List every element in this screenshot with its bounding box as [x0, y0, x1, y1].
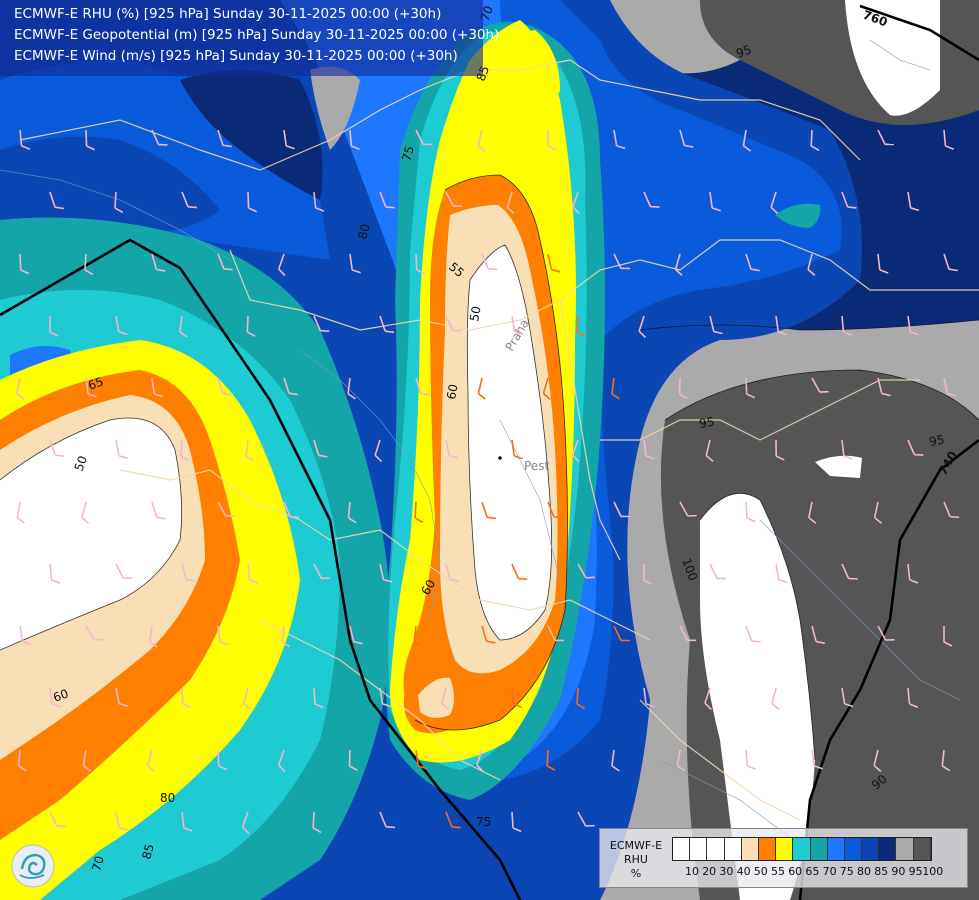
legend-tick-label: 40: [736, 865, 751, 878]
city-marker: [498, 456, 502, 460]
legend-swatch: [741, 838, 759, 860]
legend-swatch: [896, 838, 914, 860]
legend-swatch: [793, 838, 811, 860]
legend-swatch: [913, 838, 931, 860]
legend-tick-label: 10: [685, 865, 699, 878]
legend-swatch: [827, 838, 845, 860]
legend-swatch: [707, 838, 725, 860]
legend-tick-label: 20: [702, 865, 717, 878]
rhu-label: 50: [467, 305, 483, 322]
rhu-label: 95: [698, 415, 715, 431]
legend-title: ECMWF-E RHU %: [604, 839, 668, 881]
rhu-legend: ECMWF-E RHU % 10 20 30 40 50 55 60 65 70 75 80 85 90…: [599, 828, 968, 888]
rhu-label: 75: [476, 815, 491, 829]
legend-swatch: [690, 838, 708, 860]
legend-tick-label: 80: [857, 865, 871, 878]
rhu-label: 95: [928, 433, 945, 449]
legend-tick-label: 60: [788, 865, 803, 878]
legend-swatch: [758, 838, 777, 860]
legend-tick-label: 55: [771, 865, 785, 878]
weather-map: 760 740 70 85 95 75 80 55 50 60 65 60 50…: [0, 0, 979, 900]
legend-title-model: ECMWF-E: [609, 839, 663, 852]
legend-ticks: 10 20 30 40 50 55 60 65 70 75 80 85 90 95 100: [672, 865, 972, 879]
rhu-label: 80: [160, 791, 175, 805]
city-label-pest: Pest: [524, 459, 549, 473]
ecmwf-logo-icon: [11, 844, 55, 888]
legend-tick-label: 90: [891, 865, 906, 878]
legend-tick-label: 70: [822, 865, 837, 878]
header-title-rhu: ECMWF-E RHU (%) [925 hPa] Sunday 30-11-2…: [14, 6, 442, 22]
legend-tick-label: 30: [719, 865, 734, 878]
legend-title-variable: RHU: [624, 853, 648, 866]
legend-swatch: [724, 838, 742, 860]
legend-tick-label: 100: [922, 865, 944, 878]
legend-swatch: [776, 838, 794, 860]
legend-swatch: [673, 838, 691, 860]
legend-swatch: [844, 838, 863, 860]
legend-title-unit: %: [630, 867, 642, 880]
map-header: ECMWF-E RHU (%) [925 hPa] Sunday 30-11-2…: [0, 0, 500, 76]
rhu-label: 60: [444, 383, 460, 400]
legend-colorbar: [672, 837, 932, 861]
legend-swatch: [810, 838, 828, 860]
header-title-geopotential: ECMWF-E Geopotential (m) [925 hPa] Sunda…: [14, 27, 500, 43]
legend-tick-label: 75: [839, 865, 854, 878]
legend-tick-label: 95: [908, 865, 923, 878]
legend-tick-label: 50: [753, 865, 768, 878]
legend-swatch: [879, 838, 897, 860]
legend-tick-label: 85: [874, 865, 889, 878]
legend-tick-label: 65: [805, 865, 820, 878]
legend-swatch: [862, 838, 880, 860]
header-title-wind: ECMWF-E Wind (m/s) [925 hPa] Sunday 30-1…: [14, 48, 458, 64]
